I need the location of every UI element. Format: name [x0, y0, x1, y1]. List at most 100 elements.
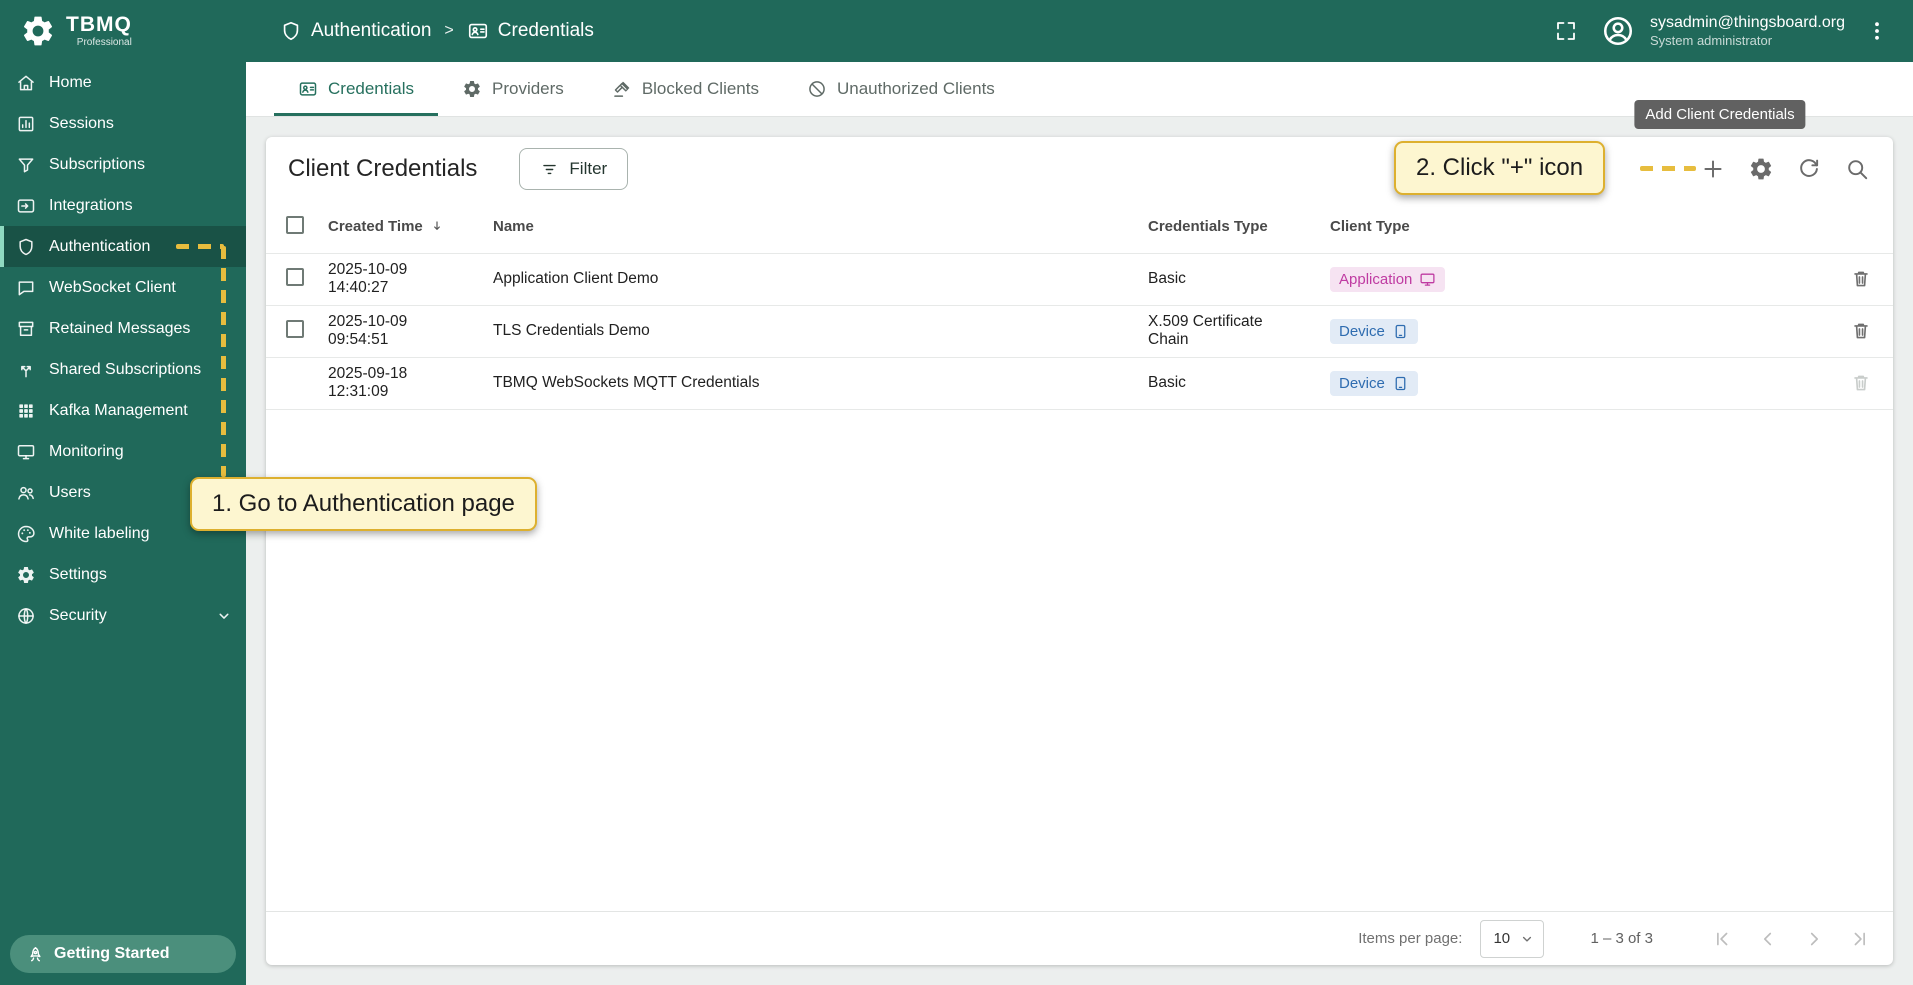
cell-created-time: 2025-10-09 14:40:27 [316, 253, 481, 305]
breadcrumb-credentials[interactable]: Credentials [467, 20, 594, 42]
application-client-type-badge: Application [1330, 267, 1445, 292]
row-checkbox[interactable] [286, 268, 304, 286]
sidebar-item-settings[interactable]: Settings [0, 554, 246, 595]
tab-unauthorized-clients[interactable]: Unauthorized Clients [783, 62, 1019, 116]
annotation-dash-authentication [176, 244, 224, 249]
security-icon [16, 606, 36, 626]
page-size-select[interactable]: 10 [1480, 920, 1544, 958]
delete-button [1841, 363, 1881, 403]
logo-subtitle: Professional [66, 37, 132, 48]
table-header-row: Created Time Name Credentials Type Clien… [266, 201, 1893, 253]
annotation-step1: 1. Go to Authentication page [190, 477, 537, 531]
breadcrumb: Authentication > Credentials [280, 20, 594, 42]
sidebar-item-label: Users [49, 484, 91, 502]
breadcrumb-authentication[interactable]: Authentication [280, 20, 431, 42]
column-actions [1829, 201, 1893, 253]
sidebar-item-security[interactable]: Security [0, 595, 246, 636]
tab-credentials[interactable]: Credentials [274, 62, 438, 116]
subscriptions-icon [16, 155, 36, 175]
gear-icon [1748, 156, 1774, 182]
sidebar-item-websocket-client[interactable]: WebSocket Client [0, 267, 246, 308]
sidebar-item-kafka-management[interactable]: Kafka Management [0, 390, 246, 431]
blocked-tab-icon [612, 79, 632, 99]
sidebar-item-label: Kafka Management [49, 402, 188, 420]
column-client-type[interactable]: Client Type [1318, 201, 1829, 253]
fullscreen-button[interactable] [1546, 11, 1586, 51]
client-type-label: Application [1339, 271, 1412, 288]
sidebar-item-home[interactable]: Home [0, 62, 246, 103]
column-created-time[interactable]: Created Time [316, 201, 481, 253]
previous-page-button[interactable] [1745, 916, 1791, 962]
logo-text: TBMQ Professional [66, 14, 132, 48]
page-size-value: 10 [1493, 930, 1510, 947]
table-row[interactable]: 2025-09-18 12:31:09TBMQ WebSockets MQTT … [266, 357, 1893, 409]
getting-started-label: Getting Started [54, 945, 170, 963]
table-wrap: Created Time Name Credentials Type Clien… [266, 201, 1893, 911]
sidebar-item-retained-messages[interactable]: Retained Messages [0, 308, 246, 349]
tab-label: Blocked Clients [642, 79, 759, 99]
account-circle-icon [1601, 14, 1635, 48]
last-page-button[interactable] [1837, 916, 1883, 962]
more-menu-button[interactable] [1857, 11, 1897, 51]
breadcrumb-credentials-label: Credentials [498, 20, 594, 42]
settings-icon [16, 565, 36, 585]
delete-button[interactable] [1841, 259, 1881, 299]
column-credentials-type[interactable]: Credentials Type [1136, 201, 1318, 253]
users-icon [16, 483, 36, 503]
refresh-button[interactable] [1785, 145, 1833, 193]
more-vert-icon [1865, 19, 1889, 43]
topbar: Authentication > Credentials sysadmin@th… [246, 0, 1913, 62]
tab-label: Unauthorized Clients [837, 79, 995, 99]
tab-label: Credentials [328, 79, 414, 99]
content-area: Client Credentials Filter [246, 117, 1913, 985]
tab-blocked-clients[interactable]: Blocked Clients [588, 62, 783, 116]
sidebar-item-subscriptions[interactable]: Subscriptions [0, 144, 246, 185]
cell-name: Application Client Demo [481, 253, 1136, 305]
page-title: Client Credentials [288, 155, 477, 183]
sidebar-item-label: White labeling [49, 525, 150, 543]
filter-button[interactable]: Filter [519, 148, 628, 190]
rocket-icon [26, 945, 45, 964]
search-icon [1844, 156, 1870, 182]
trash-icon [1850, 372, 1872, 394]
integrations-icon [16, 196, 36, 216]
device-client-type-badge: Device [1330, 319, 1418, 344]
table-row[interactable]: 2025-10-09 09:54:51TLS Credentials DemoX… [266, 305, 1893, 357]
annotation-dash-step2 [1640, 166, 1696, 171]
search-button[interactable] [1833, 145, 1881, 193]
row-checkbox[interactable] [286, 320, 304, 338]
application-monitor-icon [1419, 271, 1436, 288]
add-credentials-button[interactable] [1689, 145, 1737, 193]
select-all-checkbox[interactable] [286, 216, 304, 234]
sidebar-item-label: Monitoring [49, 443, 124, 461]
tbmq-logo-icon [20, 13, 56, 49]
sidebar-item-integrations[interactable]: Integrations [0, 185, 246, 226]
table-settings-button[interactable] [1737, 145, 1785, 193]
app-root: TBMQ Professional HomeSessions Subscripti… [0, 0, 1913, 985]
sidebar-item-label: Subscriptions [49, 156, 145, 174]
sidebar-item-monitoring[interactable]: Monitoring [0, 431, 246, 472]
next-page-button[interactable] [1791, 916, 1837, 962]
delete-button[interactable] [1841, 311, 1881, 351]
first-page-button[interactable] [1699, 916, 1745, 962]
tab-providers[interactable]: Providers [438, 62, 588, 116]
cell-created-time: 2025-10-09 09:54:51 [316, 305, 481, 357]
sidebar-item-shared-subscriptions[interactable]: Shared Subscriptions [0, 349, 246, 390]
getting-started-button[interactable]: Getting Started [10, 935, 236, 973]
device-client-type-badge: Device [1330, 371, 1418, 396]
sort-desc-icon [429, 218, 445, 234]
annotation-dash-vertical [221, 246, 226, 477]
credentials-icon [467, 20, 489, 42]
tbmq-logo[interactable]: TBMQ Professional [0, 0, 246, 62]
user-avatar-button[interactable] [1598, 11, 1638, 51]
kafka-icon [16, 401, 36, 421]
providers-tab-icon [462, 79, 482, 99]
table-row[interactable]: 2025-10-09 14:40:27Application Client De… [266, 253, 1893, 305]
sidebar-item-label: Shared Subscriptions [49, 361, 201, 379]
pagination-bar: Items per page: 10 1 – 3 of 3 [266, 911, 1893, 965]
user-email: sysadmin@thingsboard.org [1650, 13, 1845, 33]
column-name[interactable]: Name [481, 201, 1136, 253]
home-icon [16, 73, 36, 93]
retained-icon [16, 319, 36, 339]
sidebar-item-sessions[interactable]: Sessions [0, 103, 246, 144]
